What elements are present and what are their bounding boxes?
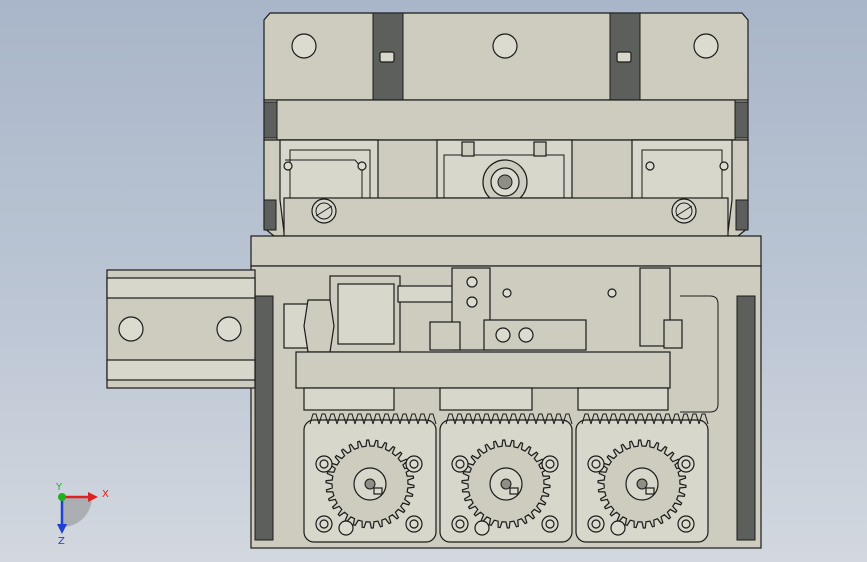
y-axis-dot — [58, 493, 66, 501]
gear-bolt-hole-0-1 — [409, 459, 419, 469]
x-axis-head — [88, 492, 98, 502]
gear-bolt-hole-2-0 — [591, 459, 601, 469]
z-axis-head — [57, 524, 67, 534]
top-mount-plate — [263, 12, 749, 102]
x-axis-label: X — [102, 489, 109, 500]
cad-drawing: X Y Z — [55, 12, 762, 549]
coordinate-triad[interactable]: X Y Z — [55, 482, 109, 547]
upper-crossbar — [263, 99, 749, 141]
rack-bar — [295, 351, 671, 411]
gear-pin-0 — [338, 520, 354, 536]
side-linear-guide — [106, 269, 256, 389]
gear-key-2 — [645, 487, 655, 495]
clamp-body — [263, 139, 749, 237]
cad-viewport[interactable]: X Y Z — [0, 0, 867, 562]
gear-bolt-hole-2-1 — [681, 459, 691, 469]
gear-key-0 — [373, 487, 383, 495]
gear-bolt-hole-2-3 — [681, 519, 691, 529]
adjust-screw-left — [311, 198, 337, 224]
gear-bolt-hole-0-2 — [319, 519, 329, 529]
gear-bolt-hole-1-2 — [455, 519, 465, 529]
z-axis-label: Z — [58, 536, 65, 547]
gear-modules — [303, 413, 709, 543]
gear-bolt-hole-1-0 — [455, 459, 465, 469]
y-axis-label: Y — [55, 482, 63, 493]
gear-bolt-hole-0-3 — [409, 519, 419, 529]
gear-key-1 — [509, 487, 519, 495]
gear-bolt-hole-0-0 — [319, 459, 329, 469]
gear-bolt-hole-2-2 — [591, 519, 601, 529]
gear-pin-1 — [474, 520, 490, 536]
gear-bolt-hole-1-3 — [545, 519, 555, 529]
gear-pin-2 — [610, 520, 626, 536]
gear-bolt-hole-1-1 — [545, 459, 555, 469]
adjust-screw-right — [671, 198, 697, 224]
